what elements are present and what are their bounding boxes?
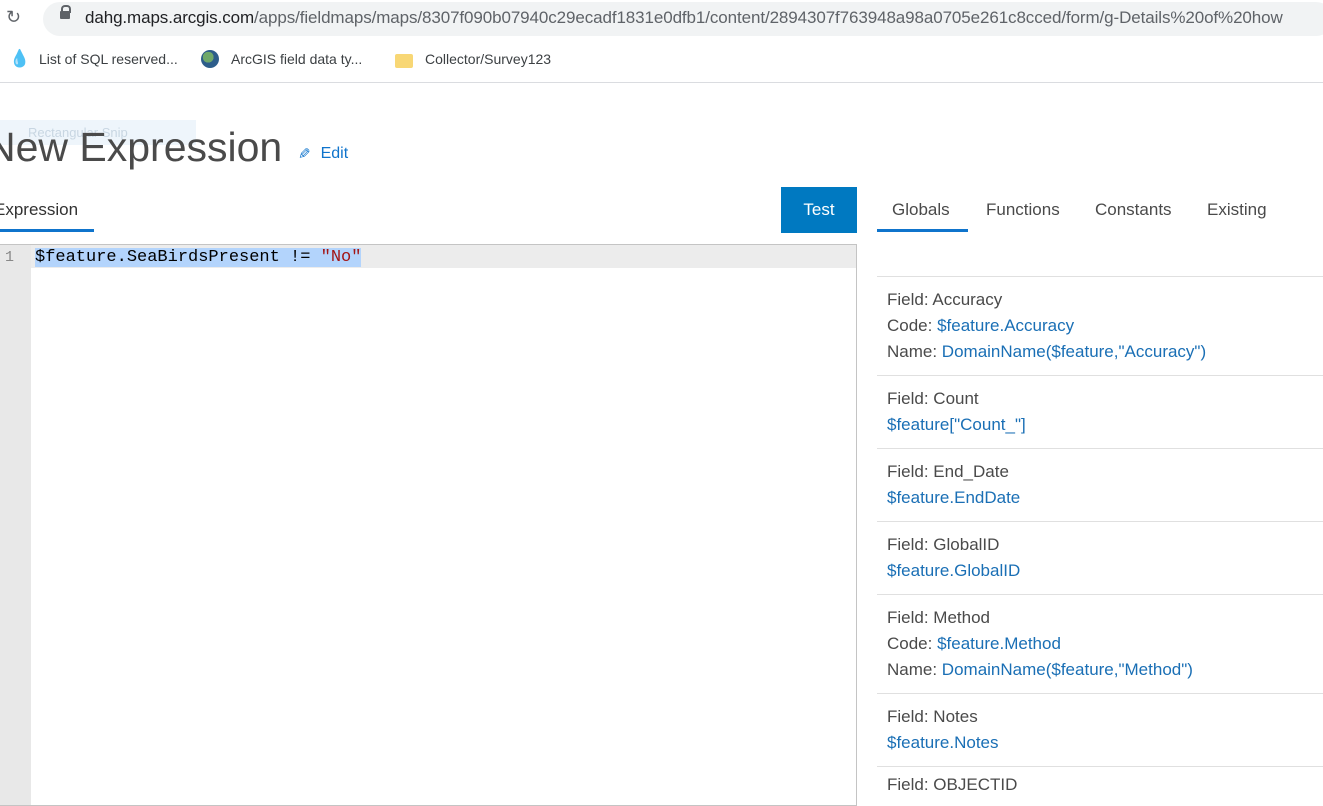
panel-divider [877, 276, 1323, 277]
tab-globals-indicator [877, 229, 968, 232]
line-gutter [0, 245, 31, 805]
bookmark-label: Collector/Survey123 [425, 51, 552, 67]
tab-existing[interactable]: Existing [1207, 200, 1267, 220]
tab-expression[interactable]: Expression [0, 200, 78, 220]
bookmark-arcgis-field-types[interactable]: ArcGIS field data ty... [201, 45, 362, 73]
tab-expression-indicator [0, 229, 94, 232]
global-entry-accuracy: Field: Accuracy Code: $feature.Accuracy … [877, 287, 1323, 376]
field-label: Field: GlobalID [887, 535, 1000, 554]
url-host: dahg.maps.arcgis.com [85, 8, 255, 27]
name-row: Name: DomainName($feature,"Method") [887, 657, 1323, 683]
drupal-icon: 💧 [9, 49, 31, 68]
global-entry-method: Field: Method Code: $feature.Method Name… [877, 605, 1323, 694]
field-label: Field: Notes [887, 707, 978, 726]
code-link[interactable]: $feature.EndDate [887, 488, 1020, 507]
edit-label: Edit [320, 145, 349, 162]
test-button[interactable]: Test [781, 187, 857, 233]
url-path: /apps/fieldmaps/maps/8307f090b07940c29ec… [254, 8, 1283, 27]
line-number: 1 [5, 249, 15, 266]
tab-functions[interactable]: Functions [986, 200, 1060, 220]
code-prefix: Code: [887, 316, 938, 335]
bookmark-sql-reserved[interactable]: 💧 List of SQL reserved... [9, 45, 178, 73]
tab-constants[interactable]: Constants [1095, 200, 1172, 220]
globe-icon [201, 50, 219, 68]
field-label: Field: Method [887, 608, 990, 627]
field-label: Field: Accuracy [887, 290, 1003, 309]
name-row: Name: DomainName($feature,"Accuracy") [887, 339, 1323, 365]
global-entry-notes: Field: Notes $feature.Notes [877, 704, 1323, 767]
code-link[interactable]: $feature["Count_"] [887, 415, 1026, 434]
code-row: Code: $feature.Accuracy [887, 313, 1323, 339]
code-link[interactable]: $feature.Notes [887, 733, 999, 752]
global-entry-end-date: Field: End_Date $feature.EndDate [877, 459, 1323, 522]
bookmark-label: List of SQL reserved... [39, 51, 178, 67]
reload-icon[interactable]: ↻ [6, 8, 24, 26]
bookmarks-bar: 💧 List of SQL reserved... ArcGIS field d… [0, 45, 1323, 73]
code-link[interactable]: $feature.Method [937, 634, 1061, 653]
name-link[interactable]: DomainName($feature,"Accuracy") [942, 342, 1206, 361]
code-editor[interactable]: 1 $feature.SeaBirdsPresent != "No" [0, 244, 857, 806]
global-entry-count: Field: Count $feature["Count_"] [877, 386, 1323, 449]
field-label: Field: End_Date [887, 462, 1009, 481]
code-string: "No" [320, 248, 362, 267]
bookmark-collector-survey123[interactable]: Collector/Survey123 [395, 45, 551, 73]
bookmark-label: ArcGIS field data ty... [231, 51, 363, 67]
folder-icon [395, 54, 413, 68]
url-text[interactable]: dahg.maps.arcgis.com/apps/fieldmaps/maps… [85, 8, 1283, 28]
code-prefix: Code: [887, 634, 938, 653]
edit-button[interactable]: ✎ Edit [298, 145, 348, 163]
code-text: $feature.SeaBirdsPresent != [35, 248, 321, 267]
tab-globals[interactable]: Globals [892, 200, 950, 220]
page-title: New Expression [0, 124, 283, 170]
lock-icon[interactable] [60, 5, 71, 19]
name-link[interactable]: DomainName($feature,"Method") [942, 660, 1193, 679]
name-prefix: Name: [887, 342, 942, 361]
field-label: Field: Count [887, 389, 979, 408]
browser-toolbar: ↻ dahg.maps.arcgis.com/apps/fieldmaps/ma… [0, 0, 1323, 83]
global-entry-objectid: Field: OBJECTID [887, 775, 1018, 794]
code-selection: $feature.SeaBirdsPresent != "No" [35, 248, 362, 267]
code-row: Code: $feature.Method [887, 631, 1323, 657]
code-link[interactable]: $feature.GlobalID [887, 561, 1020, 580]
code-line[interactable]: $feature.SeaBirdsPresent != "No" [35, 248, 362, 267]
pencil-icon: ✎ [298, 146, 311, 163]
code-link[interactable]: $feature.Accuracy [937, 316, 1074, 335]
global-entry-globalid: Field: GlobalID $feature.GlobalID [877, 532, 1323, 595]
name-prefix: Name: [887, 660, 942, 679]
